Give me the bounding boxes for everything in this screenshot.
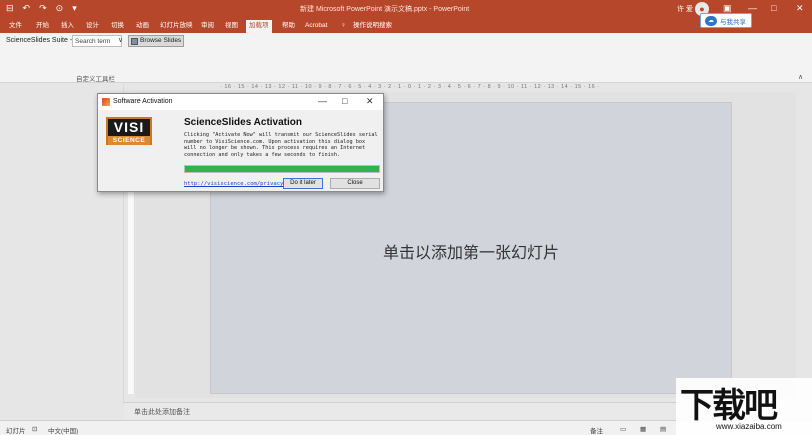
undo-icon[interactable]: ↶	[23, 3, 31, 14]
browse-slides-label: Browse Slides	[140, 37, 182, 44]
tab-insert[interactable]: 插入	[58, 20, 77, 33]
tab-home[interactable]: 开始	[33, 20, 52, 33]
tab-design[interactable]: 设计	[83, 20, 102, 33]
dialog-body-text: Clicking "Activate Now" will transmit ou…	[184, 132, 378, 158]
tab-review[interactable]: 审阅	[198, 20, 217, 33]
watermark-url: www.xiazaiba.com	[716, 422, 782, 431]
scienceslides-suite-menu[interactable]: ScienceSlides Suite -	[6, 37, 72, 44]
search-input[interactable]	[72, 35, 122, 47]
browse-slides-button[interactable]: Browse Slides	[128, 35, 184, 47]
close-icon[interactable]: ✕	[796, 3, 804, 14]
collapse-ribbon-icon[interactable]: ∧	[798, 73, 803, 81]
dialog-heading: ScienceSlides Activation	[184, 117, 303, 128]
horizontal-ruler: · 16 · 15 · 14 · 13 · 12 · 11 · 10 · 9 ·…	[220, 84, 600, 90]
normal-view-icon[interactable]: ▭	[620, 425, 626, 433]
logo-top-text: VISI	[108, 119, 150, 136]
reading-view-icon[interactable]: ▤	[660, 425, 666, 433]
tab-file[interactable]: 文件	[6, 20, 25, 33]
dialog-title: Software Activation	[113, 98, 173, 105]
visiscience-logo: VISI SCIENCE	[106, 117, 152, 145]
app-icon	[102, 98, 110, 106]
language-indicator[interactable]: 中文(中国)	[48, 425, 78, 435]
logo-bottom-text: SCIENCE	[108, 136, 150, 145]
dialog-close-icon[interactable]: ✕	[366, 96, 374, 107]
do-it-later-button[interactable]: Do it later	[283, 178, 323, 189]
dialog-maximize-icon[interactable]: □	[342, 96, 347, 106]
slide-sorter-icon[interactable]: ▦	[640, 425, 646, 433]
user-name[interactable]: 许 爱	[677, 4, 693, 14]
maximize-icon[interactable]: □	[771, 3, 776, 13]
title-bar: ⊟ ↶ ↷ ⊙ ▾ 新建 Microsoft PowerPoint 演示文稿.p…	[0, 0, 812, 18]
browse-icon	[131, 37, 138, 45]
cloud-icon: ☁	[705, 15, 717, 26]
tab-acrobat[interactable]: Acrobat	[302, 20, 330, 33]
slide-count: 幻灯片	[6, 428, 26, 435]
progress-fill	[185, 166, 379, 172]
privacy-link[interactable]: http://visiscience.com/privacy	[184, 181, 283, 187]
software-activation-dialog: Software Activation — □ ✕ VISI SCIENCE S…	[97, 93, 384, 192]
notes-placeholder: 单击此处添加备注	[134, 409, 190, 416]
document-title: 新建 Microsoft PowerPoint 演示文稿.pptx - Powe…	[300, 6, 470, 13]
tell-me-search[interactable]: 操作说明搜索	[350, 20, 395, 33]
dialog-title-bar[interactable]: Software Activation — □ ✕	[98, 94, 383, 110]
spellcheck-icon[interactable]: ⊡	[32, 425, 37, 433]
minimize-icon[interactable]: —	[748, 3, 757, 13]
quick-access-toolbar: ⊟ ↶ ↷ ⊙ ▾	[6, 3, 77, 14]
redo-icon[interactable]: ↷	[39, 3, 47, 14]
watermark: 下载吧 www.xiazaiba.com	[676, 378, 812, 435]
customize-qat-icon[interactable]: ▾	[72, 3, 77, 14]
tab-view[interactable]: 视图	[222, 20, 241, 33]
close-button[interactable]: Close	[330, 178, 380, 189]
slide-title-placeholder[interactable]: 单击以添加第一张幻灯片	[211, 239, 731, 263]
ribbon: ScienceSlides Suite - ∨ Browse Slides 自定…	[0, 33, 812, 83]
ribbon-tabs: 文件 开始 插入 设计 切换 动画 幻灯片放映 审阅 视图 加载项 帮助 Acr…	[0, 18, 812, 33]
notes-toggle[interactable]: 备注	[590, 425, 603, 435]
watermark-logo: 下载吧	[680, 386, 778, 426]
custom-toolbar-group-label: 自定义工具栏	[76, 76, 115, 83]
tab-addins[interactable]: 加载项	[246, 20, 272, 33]
lightbulb-icon: ♀	[341, 22, 346, 29]
tab-help[interactable]: 帮助	[279, 20, 298, 33]
dialog-minimize-icon[interactable]: —	[318, 96, 327, 106]
tab-animations[interactable]: 动画	[133, 20, 152, 33]
start-slideshow-icon[interactable]: ⊙	[56, 3, 64, 14]
tab-transitions[interactable]: 切换	[108, 20, 127, 33]
tab-slideshow[interactable]: 幻灯片放映	[157, 20, 196, 33]
activation-progress-bar	[184, 165, 380, 173]
chevron-down-icon[interactable]: ∨	[118, 36, 123, 44]
share-button[interactable]: ☁ 与我共享	[700, 13, 752, 28]
save-icon[interactable]: ⊟	[6, 3, 14, 14]
share-label: 与我共享	[720, 18, 746, 26]
